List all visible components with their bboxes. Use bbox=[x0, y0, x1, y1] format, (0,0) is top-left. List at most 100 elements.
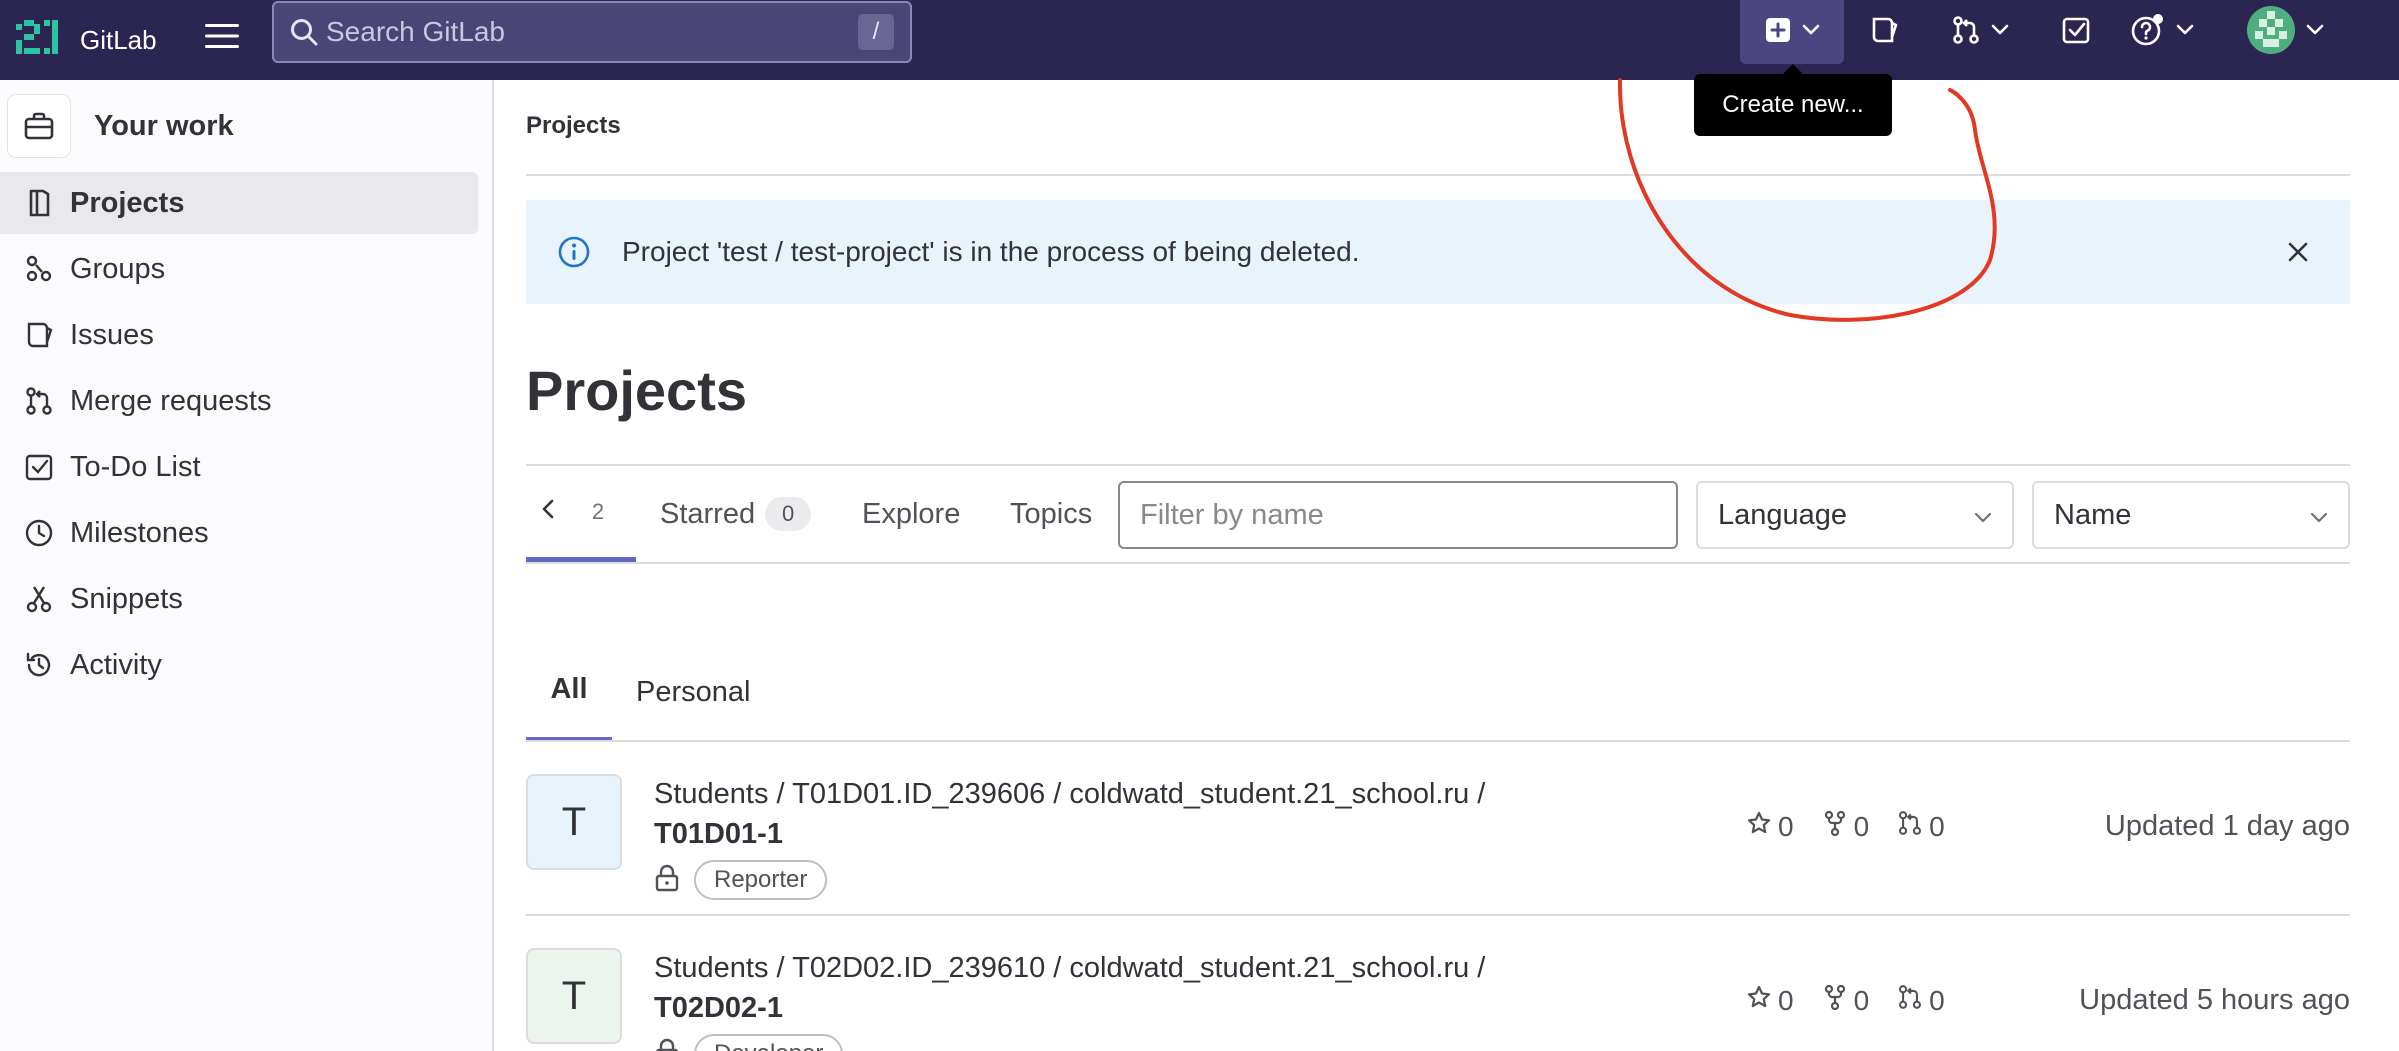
create-new-button[interactable] bbox=[1740, 0, 1844, 64]
fork-icon bbox=[1822, 810, 1848, 843]
tab-label: Explore bbox=[862, 497, 961, 530]
sidebar-item-label: To-Do List bbox=[70, 450, 201, 483]
search-box[interactable]: / bbox=[272, 1, 912, 63]
project-meta: Developer bbox=[654, 1034, 844, 1051]
sidebar-item-issues[interactable]: Issues bbox=[0, 304, 478, 366]
sidebar-item-snippets[interactable]: Snippets bbox=[0, 568, 478, 630]
project-row: T Students / T01D01.ID_239606 / coldwatd… bbox=[526, 744, 2350, 916]
user-avatar bbox=[2246, 5, 2296, 60]
breadcrumb[interactable]: Projects bbox=[526, 112, 621, 140]
project-meta: Reporter bbox=[654, 860, 828, 900]
filter-input[interactable] bbox=[1120, 483, 1676, 547]
merge-requests-count[interactable]: 0 bbox=[1897, 984, 1945, 1017]
brand[interactable]: GitLab bbox=[14, 12, 157, 68]
scissors-icon bbox=[22, 582, 56, 616]
count-value: 0 bbox=[1853, 810, 1870, 842]
top-navbar: GitLab / bbox=[0, 0, 2399, 80]
forks-count[interactable]: 0 bbox=[1822, 984, 1870, 1017]
info-icon bbox=[556, 234, 592, 270]
menu-button[interactable] bbox=[200, 16, 244, 60]
sidebar-item-merge-requests[interactable]: Merge requests bbox=[0, 370, 478, 432]
project-stats: 0 0 0 bbox=[1746, 984, 1945, 1017]
updated-time: Updated 5 hours ago bbox=[2079, 984, 2350, 1016]
divider bbox=[526, 740, 2350, 742]
divider bbox=[526, 174, 2350, 176]
project-avatar[interactable]: T bbox=[526, 774, 622, 870]
tab-starred[interactable]: Starred 0 bbox=[660, 466, 812, 562]
chevron-left-icon bbox=[541, 495, 555, 528]
stars-count[interactable]: 0 bbox=[1746, 810, 1794, 843]
merge-requests-count[interactable]: 0 bbox=[1897, 810, 1945, 843]
language-select[interactable]: Language bbox=[1696, 481, 2014, 549]
page-title: Projects bbox=[526, 359, 747, 422]
forks-count[interactable]: 0 bbox=[1822, 810, 1870, 843]
sidebar-item-label: Projects bbox=[70, 186, 185, 219]
updated-time: Updated 1 day ago bbox=[2104, 810, 2350, 842]
tab-topics[interactable]: Topics bbox=[1010, 466, 1092, 562]
sidebar-item-groups[interactable]: Groups bbox=[0, 238, 478, 300]
sidebar-item-projects[interactable]: Projects bbox=[0, 172, 478, 234]
history-icon bbox=[22, 648, 56, 682]
tab-count-badge: 2 bbox=[591, 498, 605, 524]
tab-explore[interactable]: Explore bbox=[862, 466, 960, 562]
todo-icon bbox=[2061, 15, 2091, 50]
sidebar: Your work Projects Groups Issues Merge r… bbox=[0, 80, 494, 1051]
sort-select[interactable]: Name bbox=[2032, 481, 2350, 549]
tab-personal[interactable]: Personal bbox=[636, 642, 750, 742]
chevron-down-icon bbox=[1974, 499, 1992, 532]
tab-label: Topics bbox=[1010, 497, 1093, 530]
role-badge: Developer bbox=[694, 1034, 844, 1051]
star-icon bbox=[1746, 810, 1772, 843]
sidebar-item-label: Issues bbox=[70, 318, 154, 351]
sidebar-context-switcher[interactable]: Your work bbox=[8, 90, 234, 162]
project-row: T Students / T02D02.ID_239610 / coldwatd… bbox=[526, 918, 2350, 1051]
help-nav-button[interactable] bbox=[2126, 0, 2198, 64]
todo-icon bbox=[22, 450, 56, 484]
count-value: 0 bbox=[1853, 984, 1870, 1016]
project-icon bbox=[22, 186, 56, 220]
project-avatar[interactable]: T bbox=[526, 948, 622, 1044]
briefcase-icon bbox=[8, 95, 70, 157]
star-icon bbox=[1746, 984, 1772, 1017]
todo-nav-button[interactable] bbox=[2054, 0, 2098, 64]
sidebar-item-label: Merge requests bbox=[70, 384, 272, 417]
chevron-down-icon bbox=[2310, 499, 2328, 532]
issues-icon bbox=[22, 318, 56, 352]
stars-count[interactable]: 0 bbox=[1746, 984, 1794, 1017]
sidebar-item-todo-list[interactable]: To-Do List bbox=[0, 436, 478, 498]
sidebar-item-milestones[interactable]: Milestones bbox=[0, 502, 478, 564]
count-value: 0 bbox=[1929, 810, 1945, 842]
tab-count-badge: 0 bbox=[765, 497, 812, 531]
search-shortcut-hint: / bbox=[858, 14, 894, 50]
sidebar-item-label: Activity bbox=[70, 648, 162, 681]
search-input[interactable] bbox=[326, 16, 858, 48]
merge-requests-nav-button[interactable] bbox=[1944, 0, 2016, 64]
tab-all[interactable]: All bbox=[526, 642, 612, 742]
count-value: 0 bbox=[1929, 984, 1945, 1016]
tab-scroll-left[interactable]: 2 bbox=[526, 466, 636, 562]
select-value: Name bbox=[2054, 498, 2132, 531]
role-badge: Reporter bbox=[694, 860, 828, 900]
project-link[interactable]: Students / T02D02.ID_239610 / coldwatd_s… bbox=[654, 948, 1485, 1028]
project-name: T01D01-1 bbox=[654, 818, 783, 850]
close-icon[interactable] bbox=[2278, 232, 2318, 272]
chevron-down-icon bbox=[1802, 23, 1820, 41]
help-icon bbox=[2130, 12, 2166, 53]
deletion-alert: Project 'test / test-project' is in the … bbox=[526, 200, 2350, 304]
project-name: T02D02-1 bbox=[654, 992, 783, 1024]
merge-request-icon bbox=[1897, 984, 1923, 1017]
main-content: Projects Project 'test / test-project' i… bbox=[496, 80, 2399, 1051]
filter-field[interactable] bbox=[1118, 481, 1678, 549]
issues-nav-button[interactable] bbox=[1862, 0, 1906, 64]
sidebar-item-activity[interactable]: Activity bbox=[0, 634, 478, 696]
user-menu-button[interactable] bbox=[2240, 0, 2330, 64]
alert-message: Project 'test / test-project' is in the … bbox=[622, 236, 1360, 267]
plus-square-icon bbox=[1764, 16, 1792, 49]
group-icon bbox=[22, 252, 56, 286]
merge-request-icon bbox=[1951, 15, 1981, 50]
project-link[interactable]: Students / T01D01.ID_239606 / coldwatd_s… bbox=[654, 774, 1485, 854]
chevron-down-icon bbox=[2306, 23, 2324, 41]
project-namespace: Students / T01D01.ID_239606 / coldwatd_s… bbox=[654, 778, 1486, 810]
divider bbox=[526, 562, 2350, 564]
count-value: 0 bbox=[1778, 810, 1794, 842]
